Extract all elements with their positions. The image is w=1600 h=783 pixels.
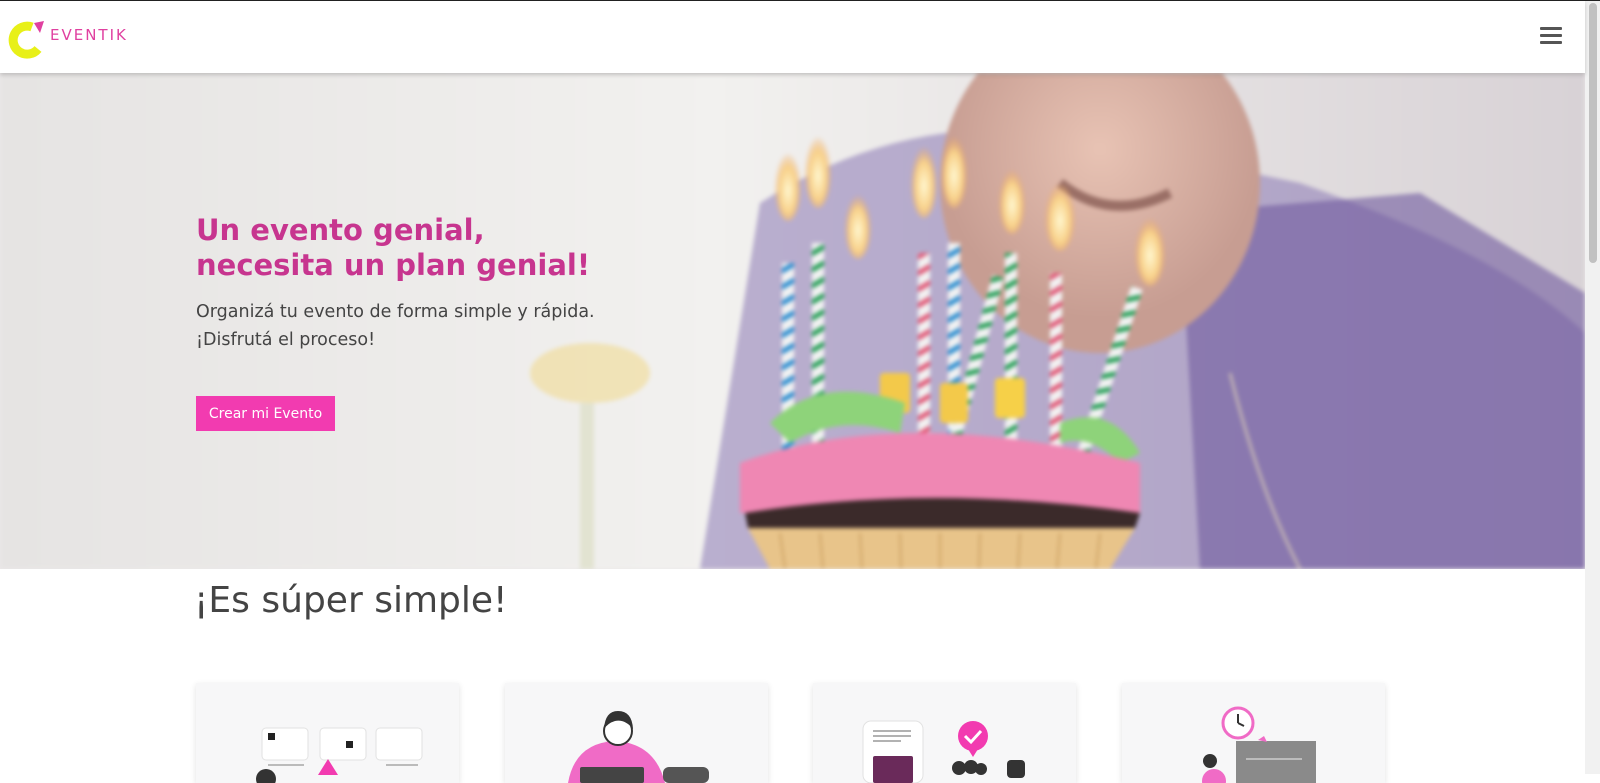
hero-subtitle: Organizá tu evento de forma simple y ráp…	[196, 298, 595, 354]
hamburger-menu-icon[interactable]	[1540, 27, 1562, 47]
hero-title: Un evento genial, necesita un plan genia…	[196, 213, 590, 283]
vertical-scrollbar[interactable]	[1585, 1, 1600, 774]
checklist-chat-illustration	[862, 720, 1025, 783]
clock-schedule-illustration	[1202, 706, 1316, 783]
feature-card-1[interactable]	[196, 683, 459, 783]
create-event-button[interactable]: Crear mi Evento	[196, 396, 335, 431]
person-laptop-illustration	[568, 711, 709, 783]
feature-card-4[interactable]	[1122, 683, 1385, 783]
calendar-planning-illustration	[256, 727, 423, 783]
eventik-logo-icon[interactable]	[8, 19, 48, 59]
scrollbar-thumb[interactable]	[1589, 3, 1597, 263]
section-title: ¡Es súper simple!	[194, 580, 508, 621]
hero-banner: Un evento genial, necesita un plan genia…	[0, 73, 1585, 569]
feature-card-3[interactable]	[813, 683, 1076, 783]
hero-subtitle-line-1: Organizá tu evento de forma simple y ráp…	[196, 302, 595, 322]
hero-title-line-1: Un evento genial,	[196, 213, 485, 247]
brand-name[interactable]: EVENTIK	[50, 26, 128, 44]
hero-title-line-2: necesita un plan genial!	[196, 248, 591, 282]
feature-card-2[interactable]	[505, 683, 768, 783]
hero-subtitle-line-2: ¡Disfrutá el proceso!	[196, 330, 376, 350]
navbar: EVENTIK	[0, 1, 1585, 73]
